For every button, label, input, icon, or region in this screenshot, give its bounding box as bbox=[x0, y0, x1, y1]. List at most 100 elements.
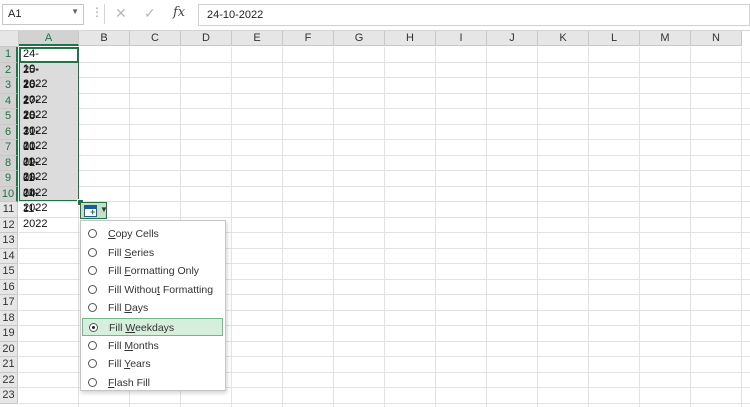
menu-item-label: Fill Weekdays bbox=[109, 322, 175, 334]
radio-button-icon bbox=[88, 229, 97, 238]
row-header-7[interactable]: 7 bbox=[0, 140, 18, 156]
cell-a10[interactable]: 04-11-2022 bbox=[23, 187, 47, 230]
row-header-2[interactable]: 2 bbox=[0, 62, 18, 78]
auto-fill-options-button[interactable]: ▼ bbox=[80, 202, 108, 219]
row-header-1[interactable]: 1 bbox=[0, 47, 18, 63]
menu-item-label: Copy Cells bbox=[108, 228, 159, 240]
row-header-22[interactable]: 22 bbox=[0, 372, 18, 388]
menu-item-label: Fill Months bbox=[108, 339, 159, 352]
cell-a3[interactable]: 26-10-2022 bbox=[23, 78, 47, 121]
row-header-11[interactable]: 11 bbox=[0, 202, 18, 218]
row-header-18[interactable]: 18 bbox=[0, 310, 18, 326]
name-box[interactable]: A1 ▼ bbox=[2, 4, 84, 25]
gridline bbox=[19, 92, 750, 94]
gridline bbox=[19, 154, 750, 156]
gridline bbox=[282, 47, 283, 407]
menu-item-fill-months[interactable]: Fill Months bbox=[82, 337, 223, 355]
column-header-a[interactable]: A bbox=[19, 31, 79, 46]
gridline bbox=[384, 47, 385, 407]
gridline bbox=[333, 47, 334, 407]
radio-button-icon bbox=[88, 340, 97, 350]
column-header-j[interactable]: J bbox=[487, 31, 538, 46]
radio-button-icon bbox=[88, 303, 97, 313]
row-header-19[interactable]: 19 bbox=[0, 326, 18, 342]
column-header-d[interactable]: D bbox=[181, 31, 232, 46]
column-header-k[interactable]: K bbox=[538, 31, 589, 46]
column-header-e[interactable]: E bbox=[232, 31, 283, 46]
cell-a4[interactable]: 27-10-2022 bbox=[23, 94, 47, 137]
row-header-20[interactable]: 20 bbox=[0, 341, 18, 357]
menu-item-label: Fill Series bbox=[108, 246, 155, 259]
gridline bbox=[741, 47, 742, 407]
row-header-9[interactable]: 9 bbox=[0, 171, 18, 187]
formula-input[interactable]: 24-10-2022 bbox=[198, 4, 750, 26]
name-box-value: A1 bbox=[8, 8, 22, 20]
row-header-16[interactable]: 16 bbox=[0, 279, 18, 295]
more-options-icon[interactable]: ⋮ bbox=[91, 5, 103, 19]
row-header-21[interactable]: 21 bbox=[0, 357, 18, 373]
menu-item-fill-weekdays[interactable]: Fill Weekdays bbox=[82, 318, 223, 336]
radio-button-icon bbox=[88, 247, 97, 257]
column-header-n[interactable]: N bbox=[691, 31, 742, 46]
gridline bbox=[19, 170, 750, 171]
radio-button-icon bbox=[88, 359, 97, 369]
auto-fill-options-icon bbox=[84, 205, 97, 217]
divider bbox=[104, 4, 105, 24]
cell-a6[interactable]: 31-10-2022 bbox=[23, 125, 47, 168]
menu-item-fill-formatting-only[interactable]: Fill Formatting Only bbox=[82, 262, 223, 280]
select-all-corner[interactable] bbox=[0, 31, 19, 47]
column-header-m[interactable]: M bbox=[640, 31, 691, 46]
column-header-g[interactable]: G bbox=[334, 31, 385, 46]
row-header-8[interactable]: 8 bbox=[0, 155, 18, 171]
gridline bbox=[19, 185, 750, 187]
menu-item-label: Fill Without Formatting bbox=[108, 283, 214, 296]
gridline bbox=[231, 47, 232, 407]
menu-item-fill-days[interactable]: Fill Days bbox=[82, 299, 223, 317]
check-icon[interactable]: ✓ bbox=[144, 5, 156, 22]
radio-button-icon bbox=[89, 323, 98, 332]
gridline bbox=[588, 47, 589, 407]
row-header-4[interactable]: 4 bbox=[0, 93, 18, 109]
column-header-c[interactable]: C bbox=[130, 31, 181, 46]
cell-a9[interactable]: 03-11-2022 bbox=[23, 171, 47, 214]
gridline bbox=[19, 139, 750, 140]
row-header-23[interactable]: 23 bbox=[0, 388, 18, 404]
menu-item-flash-fill[interactable]: Flash Fill bbox=[82, 374, 223, 392]
row-header-5[interactable]: 5 bbox=[0, 109, 18, 125]
row-header-14[interactable]: 14 bbox=[0, 248, 18, 264]
chevron-down-icon[interactable]: ▼ bbox=[71, 7, 79, 16]
column-header-l[interactable]: L bbox=[589, 31, 640, 46]
menu-item-copy-cells[interactable]: Copy Cells bbox=[82, 225, 223, 243]
gridline bbox=[19, 123, 750, 125]
menu-item-label: Flash Fill bbox=[108, 376, 151, 389]
column-header-h[interactable]: H bbox=[385, 31, 436, 46]
row-header-10[interactable]: 10 bbox=[0, 186, 18, 202]
cell-a8[interactable]: 02-11-2022 bbox=[23, 156, 47, 199]
x-icon[interactable]: ✕ bbox=[115, 5, 127, 22]
column-header-b[interactable]: B bbox=[79, 31, 130, 46]
row-header-13[interactable]: 13 bbox=[0, 233, 18, 249]
menu-item-fill-without-formatting[interactable]: Fill Without Formatting bbox=[82, 281, 223, 299]
menu-item-label: Fill Days bbox=[108, 302, 149, 315]
cell-a7[interactable]: 01-11-2022 bbox=[23, 140, 47, 183]
formula-bar: A1 ▼ ⋮ ✕ ✓ fx 24-10-2022 bbox=[0, 0, 750, 31]
radio-button-icon bbox=[88, 377, 97, 387]
row-header-12[interactable]: 12 bbox=[0, 217, 18, 233]
column-header-i[interactable]: I bbox=[436, 31, 487, 46]
menu-item-fill-series[interactable]: Fill Series bbox=[82, 244, 223, 262]
row-header-3[interactable]: 3 bbox=[0, 78, 18, 94]
row-header-6[interactable]: 6 bbox=[0, 124, 18, 140]
column-header-f[interactable]: F bbox=[283, 31, 334, 46]
cell-a2[interactable]: 25-10-2022 bbox=[23, 63, 47, 106]
gridline bbox=[19, 77, 750, 78]
chevron-down-icon: ▼ bbox=[100, 205, 108, 214]
menu-item-fill-years[interactable]: Fill Years bbox=[82, 355, 223, 373]
gridline bbox=[690, 47, 691, 407]
row-header-17[interactable]: 17 bbox=[0, 295, 18, 311]
cell-a1[interactable]: 24-10-2022 bbox=[23, 47, 47, 90]
fx-icon[interactable]: fx bbox=[173, 5, 185, 20]
gridline bbox=[639, 47, 640, 407]
cell-a5[interactable]: 28-10-2022 bbox=[23, 109, 47, 152]
menu-item-label: Fill Years bbox=[108, 358, 151, 371]
row-header-15[interactable]: 15 bbox=[0, 264, 18, 280]
